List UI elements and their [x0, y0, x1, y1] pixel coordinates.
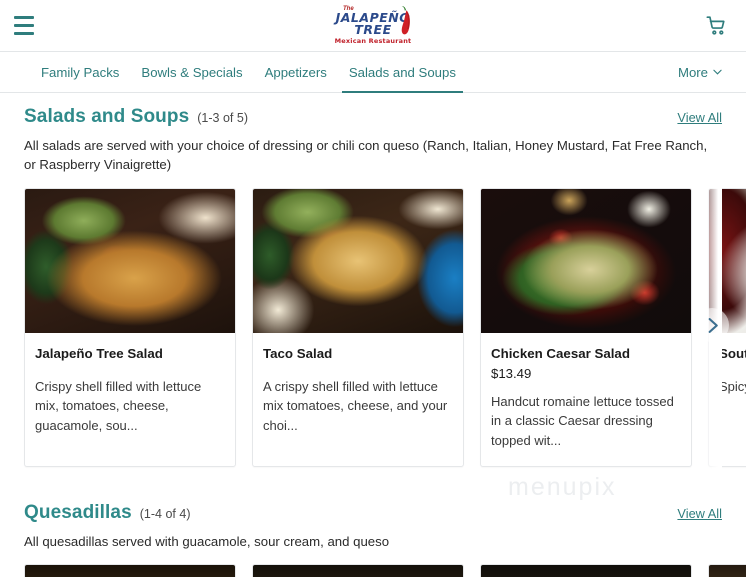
menu-item-body: Taco Salad A crispy shell filled with le…: [253, 333, 463, 466]
restaurant-logo[interactable]: The JALAPEÑO TREE Mexican Restaurant: [321, 3, 425, 49]
section-header: Salads and Soups (1-3 of 5) View All: [24, 93, 722, 128]
menu-item-card[interactable]: [480, 564, 692, 577]
logo-subtitle: Mexican Restaurant: [334, 37, 412, 45]
menu-item-title: Jalapeño Tree Salad: [35, 346, 163, 362]
menu-item-image: [481, 565, 691, 577]
menu-item-description: Spicy tortilla strips.: [719, 378, 746, 394]
menu-item-title: Taco Salad: [263, 346, 333, 362]
menu-item-image: [25, 565, 235, 577]
menu-item-card[interactable]: Taco Salad A crispy shell filled with le…: [252, 188, 464, 468]
tab-label: Appetizers: [264, 64, 327, 80]
menu-item-image: [709, 565, 746, 577]
quesadillas-card-list: [24, 564, 746, 577]
hamburger-bar: [14, 24, 34, 27]
section-quesadillas: Quesadillas (1-4 of 4) View All All ques…: [0, 489, 746, 577]
view-all-link[interactable]: View All: [677, 110, 722, 125]
section-salads-and-soups: Salads and Soups (1-3 of 5) View All All…: [0, 93, 746, 471]
chili-pepper-icon: [401, 5, 410, 35]
tab-salads-and-soups[interactable]: Salads and Soups: [338, 52, 467, 93]
tab-bowls-and-specials[interactable]: Bowls & Specials: [130, 52, 253, 92]
view-all-link[interactable]: View All: [677, 506, 722, 521]
tab-family-packs[interactable]: Family Packs: [30, 52, 130, 92]
section-description: All salads are served with your choice o…: [24, 138, 708, 173]
menu-item-image: [25, 189, 235, 334]
hamburger-bar: [14, 16, 34, 19]
tab-spacer: [467, 52, 678, 92]
hamburger-bar: [14, 32, 34, 35]
menu-item-title: South: [719, 346, 746, 362]
site-header: The JALAPEÑO TREE Mexican Restaurant: [0, 0, 746, 52]
section-description: All quesadillas served with guacamole, s…: [24, 534, 390, 550]
menu-item-carousel: Jalapeño Tree Salad Crispy shell filled …: [24, 188, 746, 471]
tab-label: Bowls & Specials: [141, 64, 243, 80]
tab-label: Salads and Soups: [348, 64, 456, 80]
tab-label: Family Packs: [41, 64, 120, 80]
section-title: Salads and Soups: [24, 106, 190, 127]
menu-item-image: [253, 189, 463, 334]
menu-page: The JALAPEÑO TREE Mexican Restaurant Fam…: [0, 0, 746, 577]
menu-item-image: [481, 189, 691, 334]
menu-item-card[interactable]: [252, 564, 464, 577]
more-tabs-dropdown[interactable]: More: [678, 52, 728, 92]
section-header: Quesadillas (1-4 of 4) View All: [24, 489, 722, 524]
menu-item-price: $13.49: [491, 365, 532, 381]
menu-item-card[interactable]: Jalapeño Tree Salad Crispy shell filled …: [24, 188, 236, 468]
menu-item-card[interactable]: Chicken Caesar Salad $13.49 Handcut roma…: [480, 188, 692, 468]
menu-item-body: South Spicy tortilla strips.: [709, 333, 746, 466]
section-item-count: (1-3 of 5): [197, 111, 248, 125]
shopping-cart-icon[interactable]: [702, 12, 730, 40]
menu-item-title: Chicken Caesar Salad: [491, 346, 630, 362]
menu-item-body: Chicken Caesar Salad $13.49 Handcut roma…: [481, 333, 691, 466]
card-list: Jalapeño Tree Salad Crispy shell filled …: [24, 188, 746, 468]
menu-item-body: Jalapeño Tree Salad Crispy shell filled …: [25, 333, 235, 466]
more-label: More: [677, 64, 708, 80]
section-title: Quesadillas: [24, 502, 132, 524]
chevron-right-icon: [708, 317, 718, 333]
section-item-count: (1-4 of 4): [139, 507, 191, 522]
logo-the-text: The: [343, 6, 354, 12]
menu-item-card[interactable]: [708, 564, 746, 577]
menu-item-card[interactable]: [24, 564, 236, 577]
menu-item-description: Handcut romaine lettuce tossed in a clas…: [491, 393, 674, 448]
chevron-down-icon: [713, 69, 722, 75]
menu-item-image: [253, 565, 463, 577]
tab-appetizers[interactable]: Appetizers: [254, 52, 338, 92]
hamburger-menu-icon[interactable]: [10, 13, 38, 39]
cart-glyph: [705, 16, 725, 35]
category-tab-bar: Family Packs Bowls & Specials Appetizers…: [0, 52, 746, 93]
menu-item-description: A crispy shell filled with lettuce mix t…: [263, 378, 448, 433]
menu-item-description: Crispy shell filled with lettuce mix, to…: [35, 378, 202, 433]
tab-list: Family Packs Bowls & Specials Appetizers…: [30, 52, 467, 93]
